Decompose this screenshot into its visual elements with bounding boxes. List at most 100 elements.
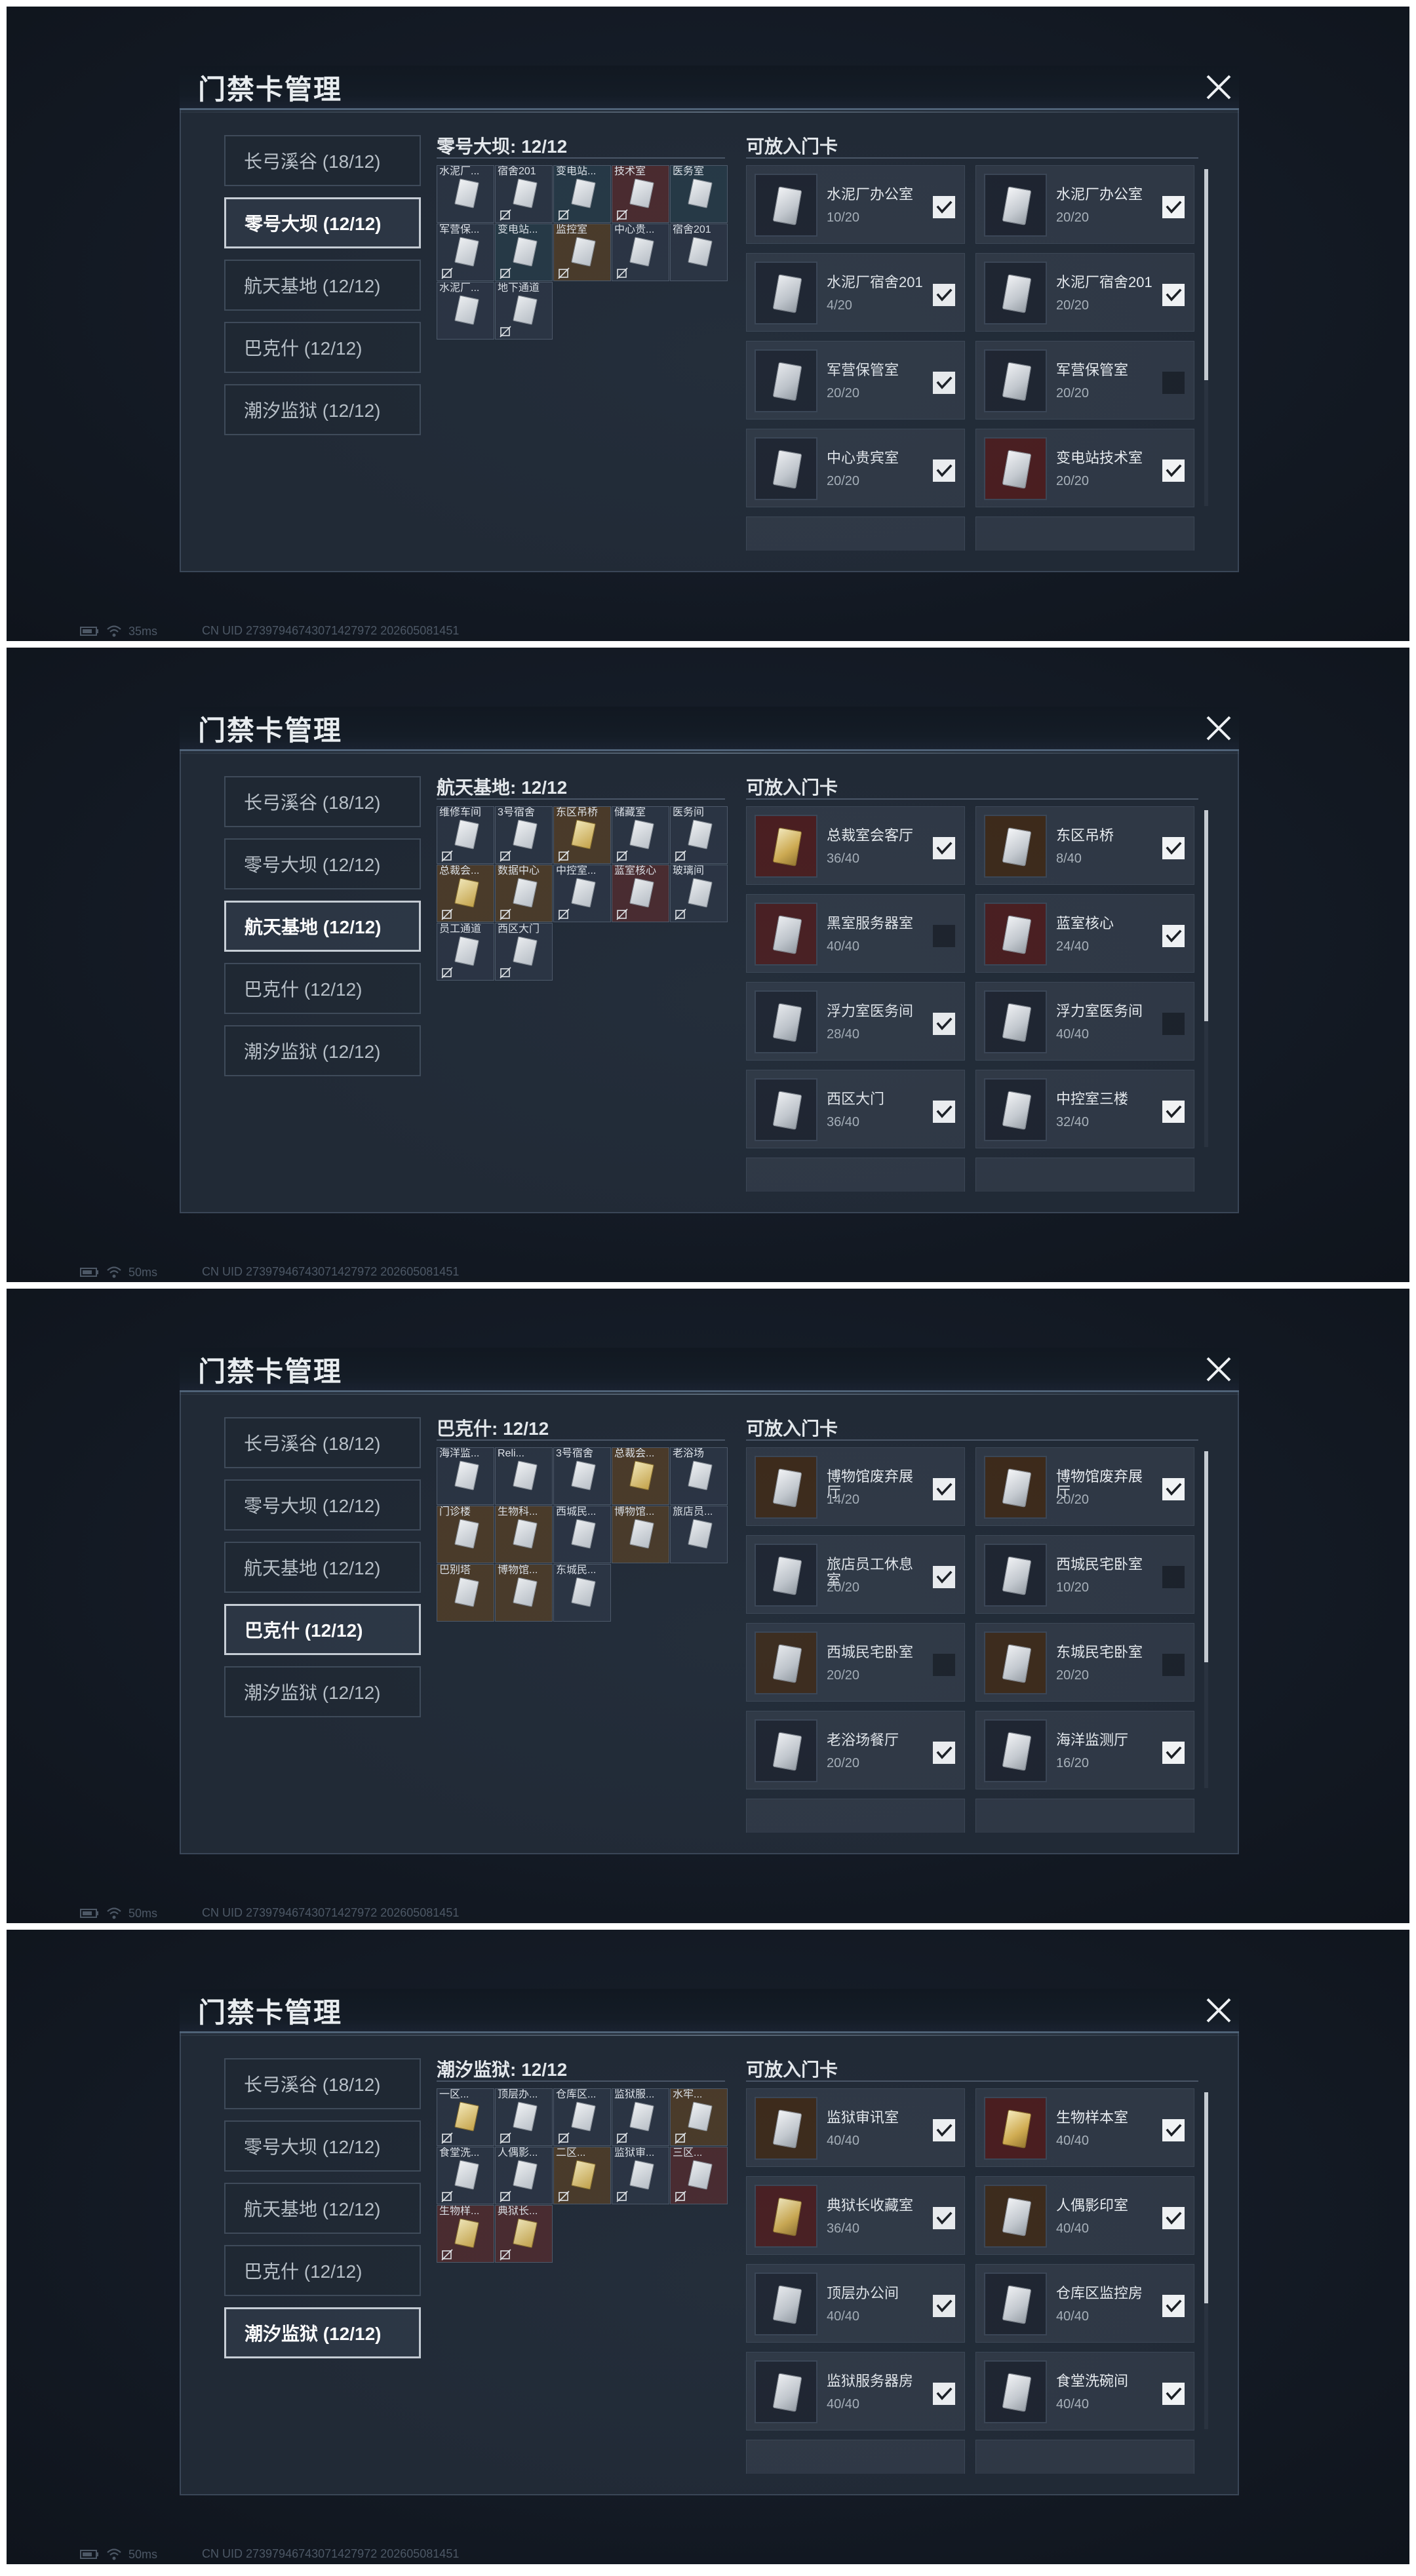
keycard-checkbox[interactable] <box>933 837 955 859</box>
keycard-checkbox[interactable] <box>1162 284 1185 306</box>
card-slot[interactable]: 3号宿舍 <box>495 806 553 864</box>
keycard-item[interactable]: 食堂洗碗间 40/40 <box>975 2352 1194 2430</box>
keycard-item[interactable]: 水泥厂办公室 20/20 <box>975 165 1194 244</box>
keycard-item[interactable]: 黑室服务器室 40/40 <box>746 894 965 973</box>
map-tab[interactable]: 零号大坝 (12/12) <box>224 197 421 248</box>
map-tab[interactable]: 长弓溪谷 (18/12) <box>224 135 421 186</box>
card-slot[interactable]: Reli... <box>495 1447 553 1505</box>
card-slot[interactable]: 东区吊桥 <box>553 806 611 864</box>
card-slot[interactable]: 一区... <box>437 2088 494 2146</box>
card-slot[interactable]: 门诊楼 <box>437 1506 494 1563</box>
card-slot[interactable]: 地下通道 <box>495 282 553 340</box>
keycard-item[interactable]: 中心贵宾室 20/20 <box>746 429 965 507</box>
card-slot[interactable]: 技术室 <box>612 165 669 223</box>
map-tab[interactable]: 航天基地 (12/12) <box>224 901 421 952</box>
map-tab[interactable]: 巴克什 (12/12) <box>224 322 421 373</box>
card-slot[interactable]: 典狱长... <box>495 2205 553 2263</box>
map-tab[interactable]: 长弓溪谷 (18/12) <box>224 776 421 827</box>
keycard-checkbox[interactable] <box>1162 837 1185 859</box>
list-scrollbar[interactable] <box>1204 1451 1208 1788</box>
scrollbar-thumb[interactable] <box>1204 2092 1208 2303</box>
keycard-checkbox[interactable] <box>933 1742 955 1764</box>
keycard-item[interactable]: 东区吊桥 8/40 <box>975 806 1194 885</box>
card-slot[interactable]: 中控室... <box>553 865 611 922</box>
keycard-checkbox[interactable] <box>933 1101 955 1123</box>
card-slot[interactable]: 博物馆... <box>495 1564 553 1622</box>
map-tab[interactable]: 长弓溪谷 (18/12) <box>224 1417 421 1468</box>
map-tab[interactable]: 航天基地 (12/12) <box>224 1542 421 1593</box>
card-slot[interactable]: 监狱服... <box>612 2088 669 2146</box>
card-slot[interactable]: 人偶影... <box>495 2147 553 2204</box>
card-slot[interactable]: 东城民... <box>553 1564 611 1622</box>
keycard-checkbox[interactable] <box>933 1566 955 1588</box>
keycard-item-partial[interactable] <box>746 1158 965 1192</box>
keycard-item-partial[interactable] <box>975 517 1194 551</box>
keycard-item-partial[interactable] <box>746 517 965 551</box>
keycard-checkbox[interactable] <box>1162 2119 1185 2141</box>
card-slot[interactable]: 老浴场 <box>670 1447 728 1505</box>
card-slot[interactable]: 西区大门 <box>495 923 553 981</box>
keycard-item[interactable]: 总裁室会客厅 36/40 <box>746 806 965 885</box>
keycard-item[interactable]: 博物馆废弃展厅 20/20 <box>975 1447 1194 1526</box>
keycard-checkbox[interactable] <box>1162 1566 1185 1588</box>
keycard-checkbox[interactable] <box>933 2295 955 2317</box>
keycard-item[interactable]: 仓库区监控房 40/40 <box>975 2264 1194 2343</box>
keycard-item-partial[interactable] <box>746 2440 965 2474</box>
close-button[interactable] <box>1202 1353 1235 1386</box>
card-slot[interactable]: 维修车间 <box>437 806 494 864</box>
card-slot[interactable]: 二区... <box>553 2147 611 2204</box>
keycard-checkbox[interactable] <box>933 284 955 306</box>
keycard-checkbox[interactable] <box>1162 2295 1185 2317</box>
map-tab[interactable]: 潮汐监狱 (12/12) <box>224 1025 421 1076</box>
card-slot[interactable]: 医务间 <box>670 806 728 864</box>
keycard-item[interactable]: 旅店员工休息室 20/20 <box>746 1535 965 1614</box>
card-slot[interactable]: 玻璃间 <box>670 865 728 922</box>
list-scrollbar[interactable] <box>1204 2092 1208 2429</box>
keycard-checkbox[interactable] <box>1162 2383 1185 2405</box>
keycard-item[interactable]: 西区大门 36/40 <box>746 1070 965 1148</box>
keycard-checkbox[interactable] <box>933 2383 955 2405</box>
card-slot[interactable]: 医务室 <box>670 165 728 223</box>
card-slot[interactable]: 3号宿舍 <box>553 1447 611 1505</box>
keycard-item[interactable]: 东城民宅卧室 20/20 <box>975 1623 1194 1702</box>
close-button[interactable] <box>1202 71 1235 104</box>
keycard-checkbox[interactable] <box>933 2119 955 2141</box>
keycard-item[interactable]: 水泥厂宿舍201 20/20 <box>975 253 1194 332</box>
keycard-item-partial[interactable] <box>746 1799 965 1833</box>
scrollbar-thumb[interactable] <box>1204 1451 1208 1662</box>
keycard-item[interactable]: 西城民宅卧室 10/20 <box>975 1535 1194 1614</box>
keycard-checkbox[interactable] <box>1162 1101 1185 1123</box>
card-slot[interactable]: 员工通道 <box>437 923 494 981</box>
card-slot[interactable]: 总裁会... <box>612 1447 669 1505</box>
scrollbar-thumb[interactable] <box>1204 169 1208 380</box>
keycard-item[interactable]: 老浴场餐厅 20/20 <box>746 1711 965 1789</box>
keycard-item[interactable]: 监狱服务器房 40/40 <box>746 2352 965 2430</box>
keycard-checkbox[interactable] <box>1162 196 1185 218</box>
keycard-checkbox[interactable] <box>1162 1742 1185 1764</box>
list-scrollbar[interactable] <box>1204 810 1208 1147</box>
card-slot[interactable]: 食堂洗... <box>437 2147 494 2204</box>
map-tab[interactable]: 巴克什 (12/12) <box>224 1604 421 1655</box>
keycard-item[interactable]: 浮力室医务间 28/40 <box>746 982 965 1061</box>
map-tab[interactable]: 潮汐监狱 (12/12) <box>224 384 421 435</box>
map-tab[interactable]: 航天基地 (12/12) <box>224 2183 421 2234</box>
card-slot[interactable]: 中心贵... <box>612 224 669 281</box>
card-slot[interactable]: 储藏室 <box>612 806 669 864</box>
list-scrollbar[interactable] <box>1204 169 1208 506</box>
card-slot[interactable]: 旅店员... <box>670 1506 728 1563</box>
card-slot[interactable]: 博物馆... <box>612 1506 669 1563</box>
card-slot[interactable]: 海洋监... <box>437 1447 494 1505</box>
map-tab[interactable]: 零号大坝 (12/12) <box>224 838 421 889</box>
card-slot[interactable]: 宿舍201 <box>495 165 553 223</box>
card-slot[interactable]: 生物科... <box>495 1506 553 1563</box>
card-slot[interactable]: 宿舍201 <box>670 224 728 281</box>
card-slot[interactable]: 仓库区... <box>553 2088 611 2146</box>
keycard-checkbox[interactable] <box>1162 2207 1185 2229</box>
keycard-checkbox[interactable] <box>933 1478 955 1500</box>
card-slot[interactable]: 监控室 <box>553 224 611 281</box>
map-tab[interactable]: 航天基地 (12/12) <box>224 260 421 311</box>
keycard-checkbox[interactable] <box>933 2207 955 2229</box>
map-tab[interactable]: 巴克什 (12/12) <box>224 2245 421 2296</box>
close-button[interactable] <box>1202 712 1235 745</box>
card-slot[interactable]: 生物样... <box>437 2205 494 2263</box>
